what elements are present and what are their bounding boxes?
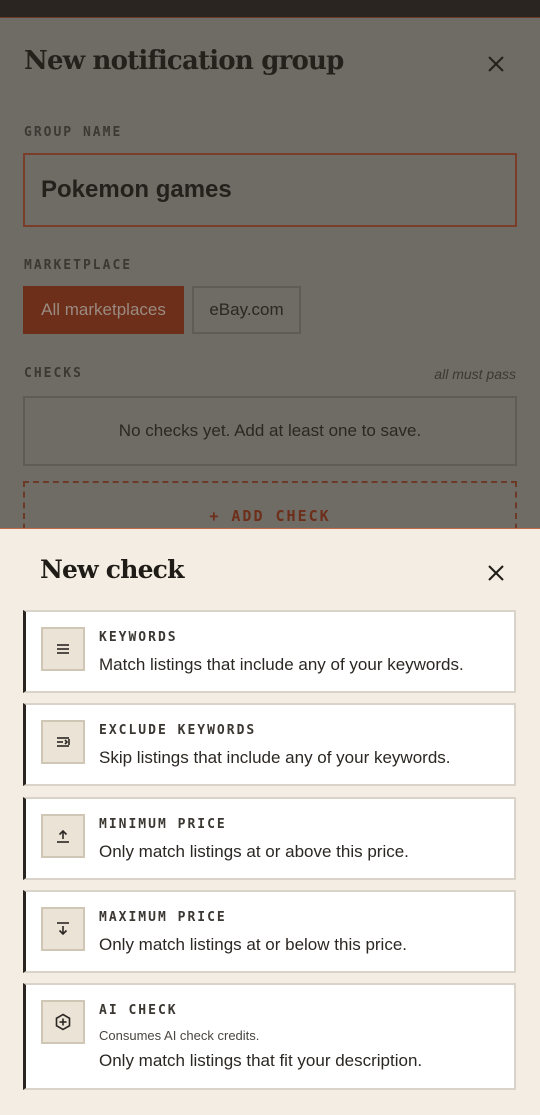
exclude-list-icon [41, 720, 85, 764]
arrow-up-bar-icon [41, 814, 85, 858]
check-option-description: Only match listings that fit your descri… [99, 1051, 423, 1070]
close-icon [488, 565, 504, 581]
close-icon [488, 56, 504, 72]
checks-hint: all must pass [434, 366, 516, 382]
list-icon [41, 627, 85, 671]
check-option-description: Only match listings at or above this pri… [99, 842, 409, 861]
sheet-title: New check [40, 555, 184, 584]
marketplace-label: MARKETPLACE [24, 258, 133, 273]
new-check-sheet: New check KEYWORDS Match listings that i… [0, 528, 540, 1115]
empty-checks-message: No checks yet. Add at least one to save. [23, 396, 517, 466]
checks-label: CHECKS [24, 366, 83, 381]
check-option-name: KEYWORDS [99, 630, 178, 645]
check-option-name: MAXIMUM PRICE [99, 910, 227, 925]
modal-title: New notification group [24, 46, 344, 76]
check-option-description: Match listings that include any of your … [99, 655, 464, 674]
modal-close-button[interactable] [480, 48, 512, 80]
marketplace-ebay-button[interactable]: eBay.com [192, 286, 301, 334]
top-bar [0, 0, 540, 18]
empty-checks-text: No checks yet. Add at least one to save. [118, 421, 422, 440]
group-name-label: GROUP NAME [24, 125, 123, 140]
check-option-name: EXCLUDE KEYWORDS [99, 723, 257, 738]
check-option-keywords[interactable]: KEYWORDS Match listings that include any… [23, 610, 516, 693]
ai-credits-note: Consumes AI check credits. [99, 1028, 260, 1043]
check-option-description: Only match listings at or below this pri… [99, 935, 408, 954]
check-option-description: Skip listings that include any of your k… [99, 748, 451, 767]
ai-hexagon-plus-icon [41, 1000, 85, 1044]
check-option-name: MINIMUM PRICE [99, 817, 227, 832]
arrow-down-bar-icon [41, 907, 85, 951]
sheet-close-button[interactable] [480, 557, 512, 589]
notification-group-modal: New notification group GROUP NAME Pokemo… [0, 18, 540, 551]
check-option-exclude-keywords[interactable]: EXCLUDE KEYWORDS Skip listings that incl… [23, 703, 516, 786]
check-option-name: AI CHECK [99, 1003, 178, 1018]
group-name-value: Pokemon games [41, 176, 232, 203]
check-option-maximum-price[interactable]: MAXIMUM PRICE Only match listings at or … [23, 890, 516, 973]
group-name-input[interactable]: Pokemon games [23, 153, 517, 227]
check-option-minimum-price[interactable]: MINIMUM PRICE Only match listings at or … [23, 797, 516, 880]
marketplace-all-button[interactable]: All marketplaces [23, 286, 184, 334]
check-option-ai-check[interactable]: AI CHECK Consumes AI check credits. Only… [23, 983, 516, 1090]
